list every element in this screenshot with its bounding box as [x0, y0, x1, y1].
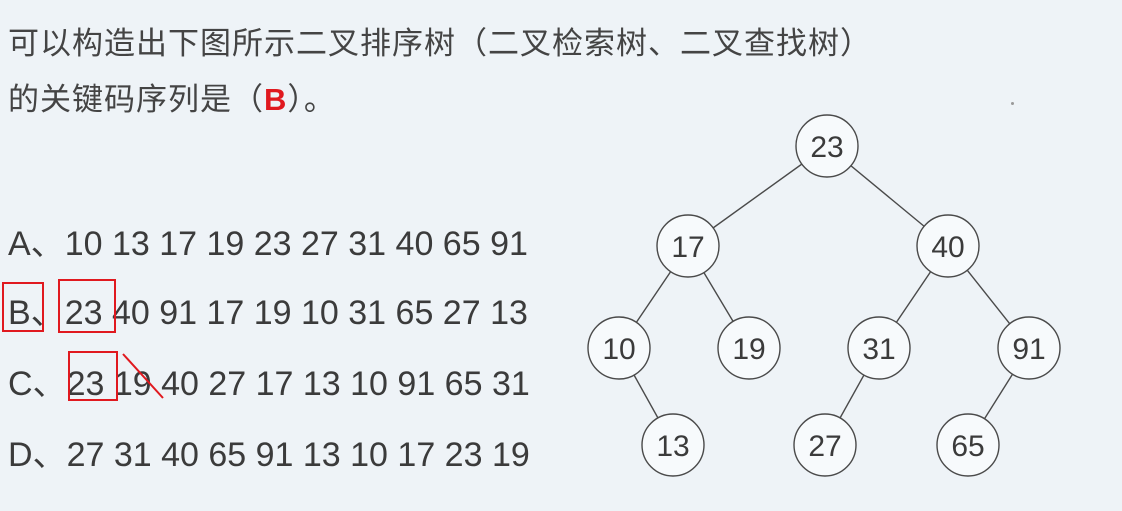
- tree-node-label: 17: [671, 231, 704, 264]
- tree-node-label: 65: [951, 430, 984, 463]
- tree-node-label: 91: [1012, 333, 1045, 366]
- tree-node-label: 40: [931, 231, 964, 264]
- tree-node-91: 91: [997, 316, 1061, 380]
- tree-node-label: 27: [808, 430, 841, 463]
- tree-node-13: 13: [641, 413, 705, 477]
- tree-node-10: 10: [587, 316, 651, 380]
- tree-node-label: 10: [602, 333, 635, 366]
- tree-node-65: 65: [936, 413, 1000, 477]
- tree-node-label: 23: [810, 131, 843, 164]
- tree-node-27: 27: [793, 413, 857, 477]
- tree-node-31: 31: [847, 316, 911, 380]
- tree-node-40: 40: [916, 214, 980, 278]
- tree-node-label: 13: [656, 430, 689, 463]
- binary-search-tree: 23 17 40 10 19 31 91 13 27 65: [587, 114, 1061, 477]
- tree-node-label: 19: [732, 333, 765, 366]
- tree-node-label: 31: [862, 333, 895, 366]
- tree-node-19: 19: [717, 316, 781, 380]
- tree-node-17: 17: [656, 214, 720, 278]
- tree-node-23: 23: [795, 114, 859, 178]
